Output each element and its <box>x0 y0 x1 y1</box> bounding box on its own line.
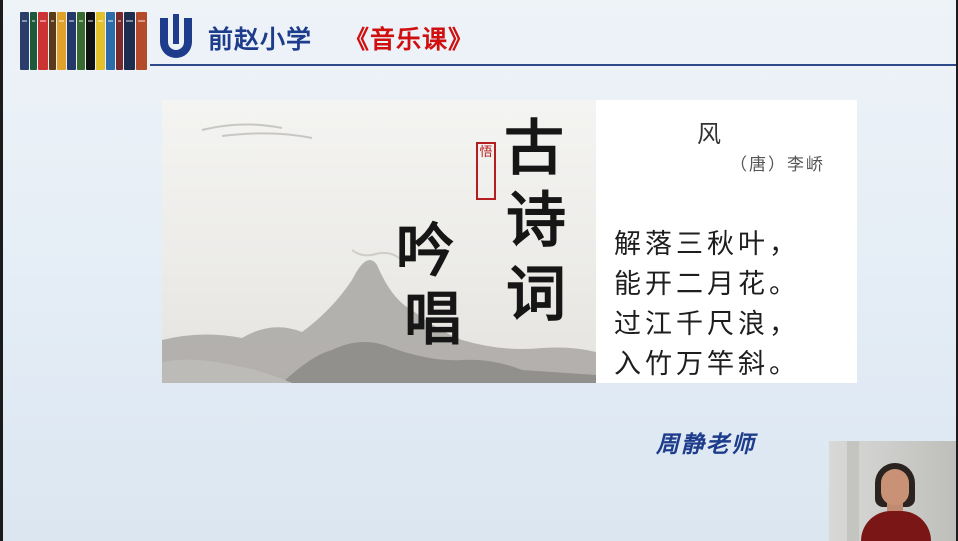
window-frame-left <box>0 0 3 541</box>
teacher-name: 周静老师 <box>656 431 756 458</box>
calligraphy-char: 唱 <box>404 285 463 353</box>
poem-line: 入竹万竿斜。 <box>614 349 800 380</box>
header-divider <box>150 64 956 66</box>
poem-panel: 风 （唐）李峤 解落三秋叶， 能开二月花。 过江千尺浪， 入竹万竿斜。 <box>596 100 857 383</box>
course-title: 《音乐课》 <box>344 25 475 54</box>
calligraphy-char: 词 <box>506 260 566 330</box>
school-logo-icon <box>160 14 192 58</box>
poem-title: 风 <box>697 120 721 148</box>
poem-line: 过江千尺浪， <box>614 309 800 340</box>
red-seal-stamp: 悟 <box>476 142 496 200</box>
poem-line: 解落三秋叶， <box>614 229 800 260</box>
bookshelf-icon <box>20 12 148 70</box>
poem-line: 能开二月花。 <box>614 269 800 300</box>
slide-poster: 古 诗 词 吟 唱 悟 风 （唐）李峤 解落三秋叶， 能开二月花。 过江千尺浪，… <box>162 100 857 383</box>
ink-landscape-panel: 古 诗 词 吟 唱 悟 <box>162 100 596 383</box>
poem-author: （唐）李峤 <box>730 155 825 175</box>
school-name: 前赵小学 <box>208 25 313 54</box>
presenter-video-icon[interactable] <box>829 441 956 541</box>
